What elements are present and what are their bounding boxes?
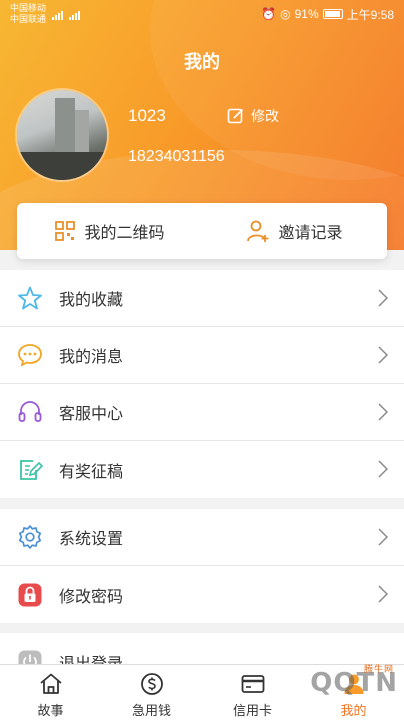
menu-item-contribute[interactable]: 有奖征稿 — [0, 441, 404, 498]
page-title: 我的 — [184, 52, 220, 72]
menu-item-messages[interactable]: 我的消息 — [0, 327, 404, 384]
edit-document-icon — [17, 457, 43, 483]
watermark-logo: QQTN 腾牛网 — [310, 665, 398, 698]
menu-item-label: 我的收藏 — [59, 292, 124, 309]
watermark-subtext: 腾牛网 — [363, 665, 394, 675]
chevron-right-icon — [378, 289, 388, 307]
status-bar: 中国移动 中国联通 ⏰ ◎ 91% 上午9:58 — [0, 0, 404, 28]
headset-icon — [17, 399, 43, 425]
edit-profile-label: 修改 — [251, 108, 279, 124]
chevron-right-icon — [378, 403, 388, 421]
avatar[interactable] — [17, 90, 107, 180]
tab-label: 急用钱 — [131, 703, 171, 718]
credit-card-icon — [241, 675, 264, 693]
menu-group-2: 系统设置 修改密码 — [0, 509, 404, 623]
menu-item-change-password[interactable]: 修改密码 — [0, 566, 404, 623]
tab-credit-card[interactable]: 信用卡 — [202, 665, 303, 720]
tab-label: 故事 — [37, 703, 64, 718]
my-qrcode-label: 我的二维码 — [84, 225, 165, 242]
clock: 上午9:58 — [346, 7, 394, 22]
signal-icon — [52, 8, 64, 20]
edit-icon — [227, 108, 244, 124]
tab-urgent-cash[interactable]: 急用钱 — [101, 665, 202, 720]
lock-icon — [17, 582, 43, 608]
username: 1023 — [128, 106, 166, 125]
menu-item-favorites[interactable]: 我的收藏 — [0, 270, 404, 327]
home-icon — [39, 673, 62, 694]
alarm-icon: ⏰ — [261, 7, 277, 21]
phone-number: 18234031156 — [128, 148, 225, 165]
tab-label: 信用卡 — [232, 703, 272, 718]
my-qrcode-button[interactable]: 我的二维码 — [17, 219, 202, 243]
menu-item-label: 修改密码 — [59, 588, 124, 606]
battery-percent: 91% — [294, 7, 319, 21]
message-icon — [17, 342, 43, 368]
quick-actions-card: 我的二维码 邀请记录 — [17, 203, 387, 259]
chevron-right-icon — [378, 346, 388, 364]
qrcode-icon — [55, 221, 76, 241]
invite-records-label: 邀请记录 — [278, 225, 343, 242]
carrier-2: 中国联通 — [10, 14, 47, 24]
edit-profile-button[interactable]: 修改 — [227, 106, 279, 126]
menu-item-label: 系统设置 — [59, 531, 124, 548]
invite-records-button[interactable]: 邀请记录 — [202, 219, 387, 243]
add-user-icon — [247, 220, 269, 242]
location-icon: ◎ — [280, 7, 291, 21]
piggy-bank-icon — [140, 673, 163, 695]
chevron-right-icon — [378, 528, 388, 546]
menu-item-customer-service[interactable]: 客服中心 — [0, 384, 404, 441]
tab-label: 我的 — [340, 703, 367, 718]
menu-item-label: 有奖征稿 — [59, 463, 124, 481]
battery-icon — [322, 9, 343, 19]
chevron-right-icon — [378, 585, 388, 603]
chevron-right-icon — [378, 460, 388, 478]
tab-stories[interactable]: 故事 — [0, 665, 101, 720]
menu-group-1: 我的收藏 我的消息 客服中心 有奖征稿 — [0, 270, 404, 498]
menu-item-label: 我的消息 — [59, 349, 124, 366]
menu-item-label: 客服中心 — [59, 406, 124, 423]
star-icon — [17, 285, 43, 311]
carrier-1: 中国移动 — [10, 3, 47, 13]
signal-icon — [69, 8, 81, 20]
menu-item-settings[interactable]: 系统设置 — [0, 509, 404, 566]
gear-icon — [17, 524, 43, 550]
carrier-names: 中国移动 中国联通 — [10, 3, 46, 25]
